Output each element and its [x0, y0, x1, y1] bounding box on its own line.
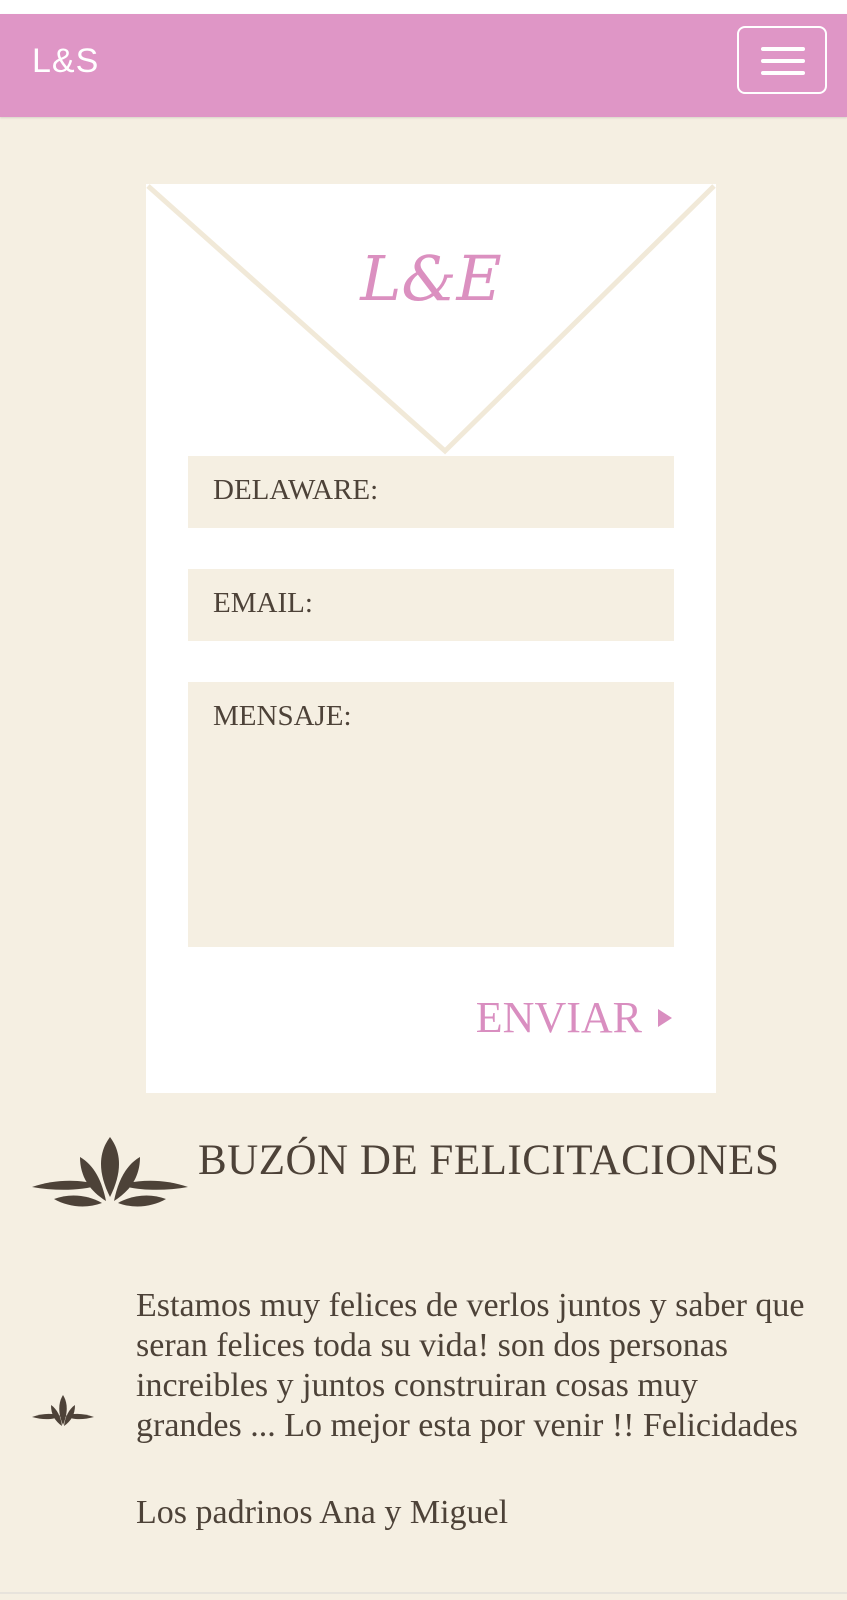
message-field-label: MENSAJE:: [213, 700, 352, 732]
monogram-logo: L&E: [360, 242, 502, 315]
message-textarea[interactable]: MENSAJE:: [188, 682, 674, 947]
entry-author: Los padrinos Ana y Miguel: [136, 1494, 509, 1531]
status-strip: [0, 0, 847, 14]
entry-message: Estamos muy felices de verlos juntos y s…: [136, 1287, 805, 1444]
leaf-ornament-icon: [32, 1137, 188, 1207]
envelope-flap-decoration: [146, 184, 716, 455]
navbar: L&S: [0, 14, 847, 117]
small-leaf-ornament-icon: [32, 1395, 94, 1426]
contact-card: L&E DELAWARE: EMAIL: MENSAJE: ENVIAR: [146, 184, 716, 1093]
name-field-label: DELAWARE:: [213, 474, 379, 506]
email-field[interactable]: EMAIL:: [188, 569, 674, 641]
menu-toggle-button[interactable]: [737, 26, 827, 94]
guestbook-title: BUZÓN DE FELICITACIONES: [198, 1137, 780, 1184]
send-button[interactable]: ENVIAR: [476, 992, 672, 1043]
brand-logo[interactable]: L&S: [32, 42, 99, 81]
send-button-label: ENVIAR: [475, 993, 642, 1042]
play-triangle-icon: [658, 1008, 672, 1027]
email-field-label: EMAIL:: [213, 587, 313, 619]
divider: [0, 1592, 847, 1594]
name-field[interactable]: DELAWARE:: [188, 456, 674, 528]
